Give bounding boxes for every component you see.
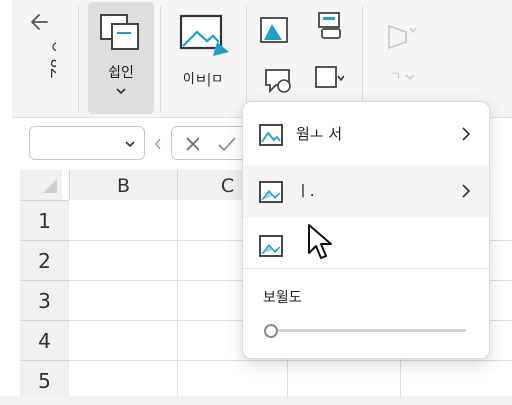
insert-button[interactable]: 쉽인 bbox=[88, 2, 154, 114]
insert-icon bbox=[100, 14, 139, 50]
form-icon[interactable] bbox=[314, 10, 346, 42]
row-header-4[interactable]: 4 bbox=[20, 320, 69, 360]
row-line bbox=[69, 360, 512, 361]
chevron-right-icon bbox=[462, 127, 471, 141]
ribbon-separator bbox=[160, 6, 161, 112]
check-icon[interactable] bbox=[217, 136, 237, 152]
image-icon bbox=[179, 14, 229, 56]
shape-icon[interactable] bbox=[258, 14, 290, 46]
slider-thumb[interactable] bbox=[264, 324, 278, 338]
ribbon-separator bbox=[246, 6, 247, 112]
slider-track[interactable] bbox=[272, 329, 466, 332]
chevron-down-icon bbox=[116, 88, 126, 95]
menu-item-2[interactable]: ㅣ. bbox=[243, 165, 489, 217]
menu-item-label: ㅣ. bbox=[296, 182, 315, 200]
cell-icon[interactable] bbox=[312, 62, 344, 94]
image-button[interactable]: 이ㅂ|ㅁ bbox=[168, 6, 238, 92]
formula-controls bbox=[171, 126, 251, 160]
row-header-5[interactable]: 5 bbox=[20, 360, 69, 400]
image-label: 이ㅂ|ㅁ bbox=[182, 72, 224, 87]
vertical-text-label: ㅇ 8Z bbox=[47, 40, 56, 78]
back-arrow-icon[interactable] bbox=[27, 9, 53, 35]
chevron-left-icon[interactable] bbox=[153, 137, 163, 151]
insert-label: 쉽인 bbox=[108, 65, 134, 81]
chevron-down-icon[interactable] bbox=[124, 140, 136, 148]
row-header-1[interactable]: 1 bbox=[20, 200, 69, 240]
ribbon-separator bbox=[78, 6, 79, 112]
ribbon-separator bbox=[362, 6, 363, 112]
insert-dropdown-menu: 웜ㅗ 서 ㅣ. bbox=[242, 101, 490, 359]
corner-triangle-icon bbox=[43, 179, 57, 193]
row-header-2[interactable]: 2 bbox=[20, 240, 69, 280]
close-icon[interactable] bbox=[185, 136, 201, 152]
column-header-b[interactable]: B bbox=[69, 170, 177, 200]
chevron-right-icon bbox=[462, 184, 471, 198]
vertical-text: ㅇ 8Z bbox=[47, 40, 56, 78]
row-header-3[interactable]: 3 bbox=[20, 280, 69, 320]
menu-item-1[interactable]: 웜ㅗ 서 bbox=[243, 108, 489, 160]
picture-icon bbox=[259, 181, 283, 203]
faded-icon: ㄱ bbox=[388, 24, 416, 83]
comment-icon[interactable] bbox=[262, 64, 294, 96]
picture-icon bbox=[259, 124, 283, 146]
slider-label: 보윌도 bbox=[263, 290, 302, 306]
picture-icon bbox=[259, 235, 283, 257]
bottom-strip bbox=[0, 396, 512, 405]
column-line bbox=[177, 200, 178, 396]
svg-text:ㄱ: ㄱ bbox=[390, 69, 401, 83]
menu-item-label: 웜ㅗ 서 bbox=[296, 125, 343, 143]
menu-separator bbox=[243, 268, 489, 269]
cursor-icon bbox=[308, 224, 332, 259]
menu-item-3[interactable] bbox=[243, 219, 489, 271]
select-all-corner[interactable] bbox=[20, 170, 62, 200]
